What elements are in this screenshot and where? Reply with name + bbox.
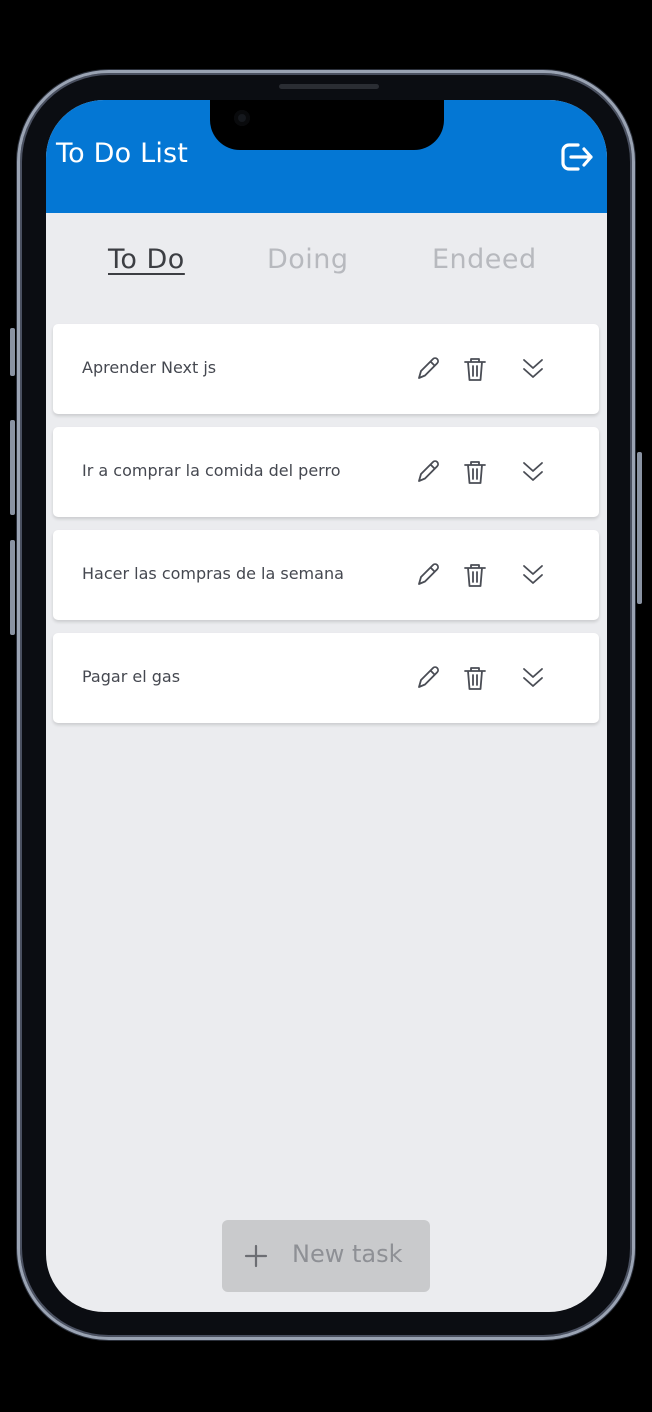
- task-text: Ir a comprar la comida del perro: [82, 461, 341, 480]
- double-chevron-down-icon[interactable]: [518, 457, 548, 487]
- task-card: Ir a comprar la comida del perro: [53, 427, 599, 517]
- plus-icon: [244, 1244, 268, 1268]
- tab-doing[interactable]: Doing: [267, 244, 349, 275]
- logout-icon[interactable]: [557, 138, 595, 176]
- double-chevron-down-icon[interactable]: [518, 560, 548, 590]
- silent-switch: [10, 328, 15, 376]
- task-card: Pagar el gas: [53, 633, 599, 723]
- task-list: Aprender Next js Ir a comprar la comida …: [53, 324, 599, 736]
- new-task-label: New task: [292, 1240, 403, 1268]
- task-card: Aprender Next js: [53, 324, 599, 414]
- volume-up-button: [10, 420, 15, 515]
- pencil-icon[interactable]: [413, 354, 443, 384]
- task-text: Aprender Next js: [82, 358, 217, 377]
- status-tabs: To Do Doing Endeed: [46, 244, 607, 284]
- tab-endeed[interactable]: Endeed: [432, 244, 537, 275]
- front-camera: [234, 110, 250, 126]
- pencil-icon[interactable]: [413, 457, 443, 487]
- pencil-icon[interactable]: [413, 560, 443, 590]
- task-text: Hacer las compras de la semana: [82, 564, 344, 583]
- trash-icon[interactable]: [460, 457, 490, 487]
- trash-icon[interactable]: [460, 560, 490, 590]
- trash-icon[interactable]: [460, 354, 490, 384]
- earpiece-speaker: [279, 84, 379, 89]
- trash-icon[interactable]: [460, 663, 490, 693]
- pencil-icon[interactable]: [413, 663, 443, 693]
- volume-down-button: [10, 540, 15, 635]
- double-chevron-down-icon[interactable]: [518, 354, 548, 384]
- new-task-button[interactable]: New task: [222, 1220, 430, 1292]
- app-title: To Do List: [56, 138, 189, 169]
- power-button: [637, 452, 642, 604]
- task-card: Hacer las compras de la semana: [53, 530, 599, 620]
- app-screen: To Do List To Do Doing Endeed Aprender N…: [46, 100, 607, 1312]
- tab-to-do[interactable]: To Do: [108, 244, 185, 275]
- double-chevron-down-icon[interactable]: [518, 663, 548, 693]
- task-text: Pagar el gas: [82, 667, 181, 686]
